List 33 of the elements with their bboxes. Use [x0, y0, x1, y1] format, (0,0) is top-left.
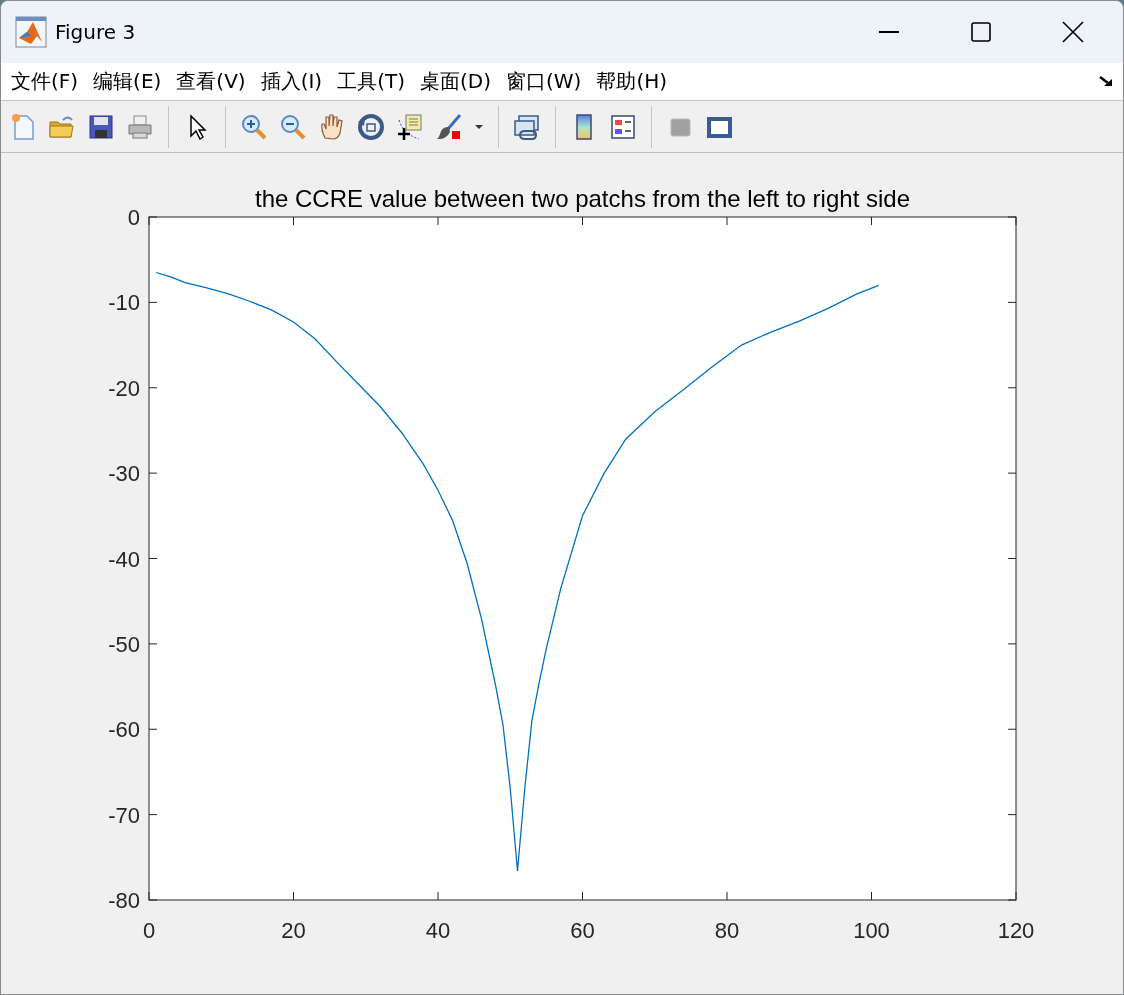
- menu-item[interactable]: 窗口(W): [506, 68, 582, 95]
- axis-tick-label: 40: [425, 918, 451, 943]
- menu-item[interactable]: 查看(V): [176, 68, 246, 95]
- maximize-icon: [971, 22, 991, 42]
- axis-tick-label: 0: [127, 205, 140, 230]
- window-title: Figure 3: [55, 20, 137, 44]
- axis-tick-label: 120: [997, 918, 1035, 943]
- axis-tick-label: 20: [281, 918, 306, 943]
- menu-item[interactable]: 桌面(D): [420, 68, 491, 95]
- menu-item[interactable]: 编辑(E): [93, 68, 162, 95]
- dock-arrow-icon[interactable]: [1099, 75, 1113, 88]
- axis-tick-label: -10: [108, 290, 140, 316]
- rotate-icon[interactable]: [356, 111, 386, 142]
- chart-title: the CCRE value between two patchs from the left to right side: [255, 185, 910, 212]
- close-icon: [1062, 21, 1084, 43]
- axis-tick-label: -50: [108, 631, 140, 657]
- menu-item[interactable]: 插入(I): [260, 68, 323, 95]
- axis-tick-label: -40: [108, 546, 140, 572]
- axis-tick-label: -70: [108, 802, 140, 828]
- axis-tick-label: -80: [108, 888, 140, 913]
- menu-item[interactable]: 帮助(H): [596, 68, 668, 95]
- axis-tick-label: 100: [853, 918, 890, 943]
- minimize-icon: [879, 31, 899, 33]
- axis-tick-label: 60: [570, 918, 595, 943]
- axis-tick-label: -20: [108, 375, 140, 401]
- matlab-logo-icon: [15, 16, 47, 48]
- axis-tick-label: -30: [108, 461, 140, 487]
- axis-tick-label: -60: [108, 717, 140, 743]
- data-cursor-icon[interactable]: [395, 111, 425, 142]
- axis-tick-label: 0: [142, 918, 156, 943]
- menu-item[interactable]: 文件(F): [11, 68, 79, 95]
- axis-tick-label: 80: [714, 918, 740, 943]
- menu-item[interactable]: 工具(T): [337, 68, 405, 95]
